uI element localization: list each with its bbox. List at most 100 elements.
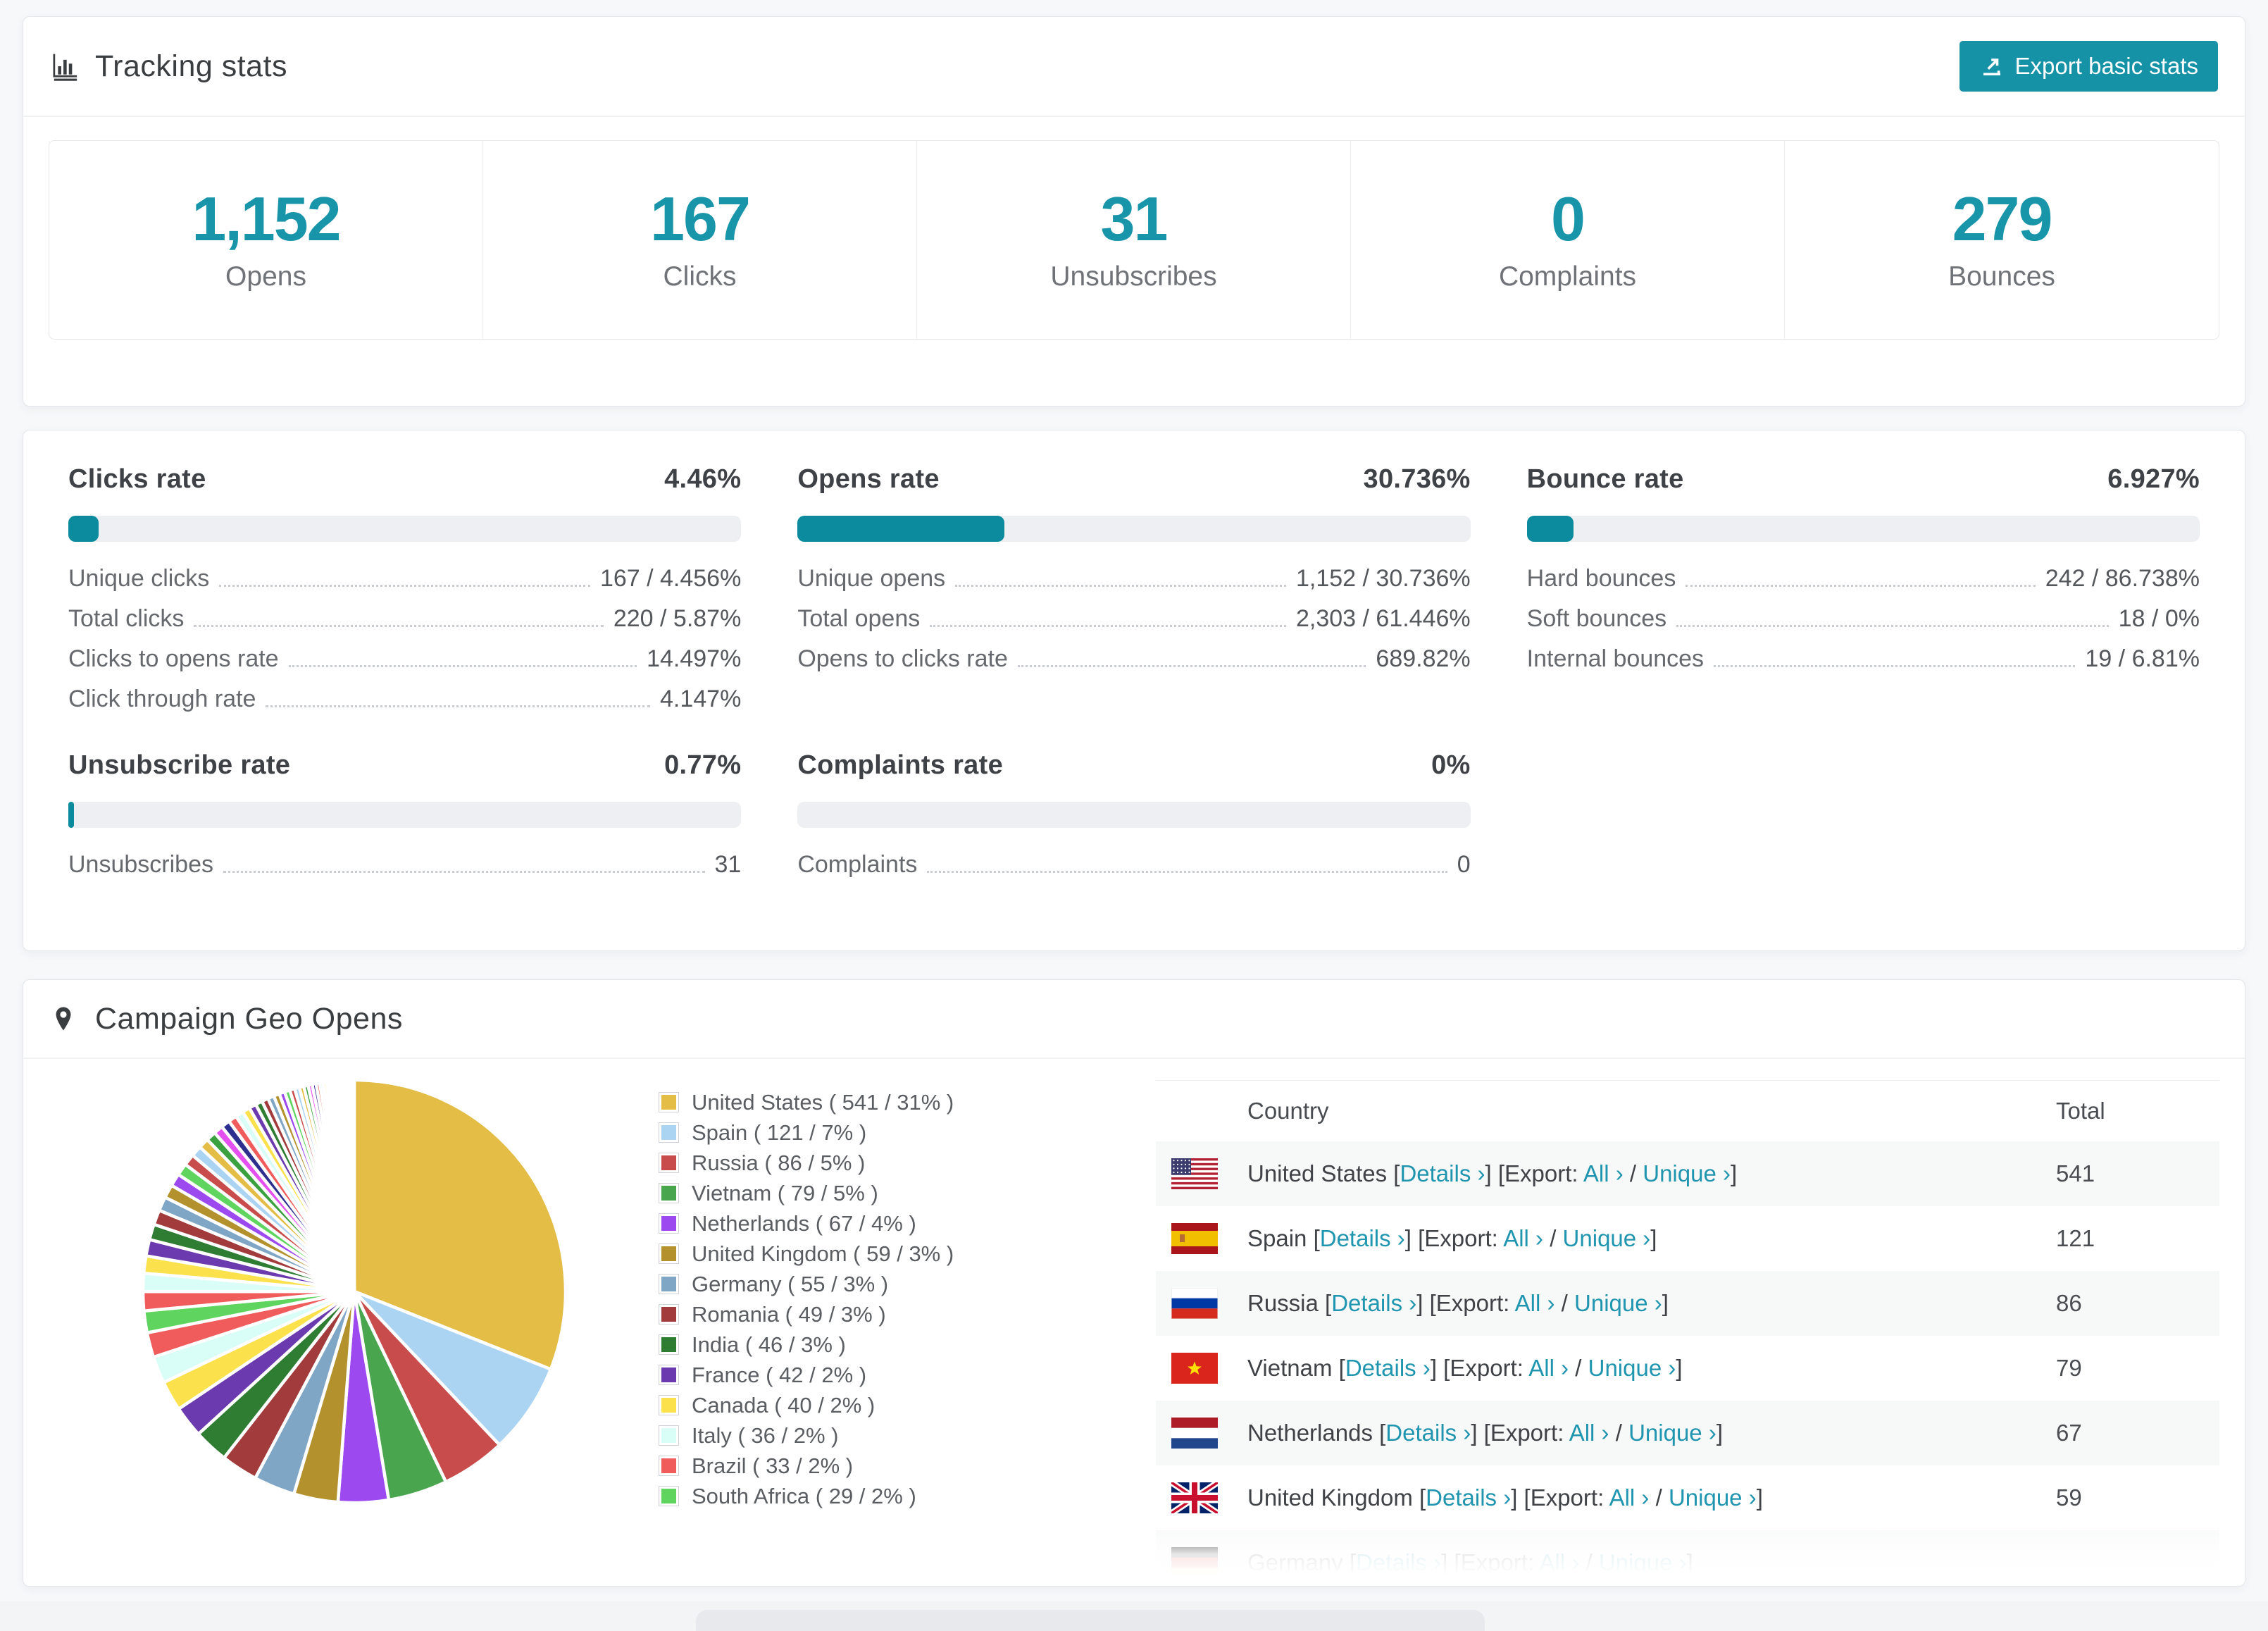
legend-item-united-kingdom[interactable]: United Kingdom ( 59 / 3% ) bbox=[659, 1239, 954, 1269]
legend-swatch bbox=[659, 1425, 679, 1446]
details-link[interactable]: Details › bbox=[1400, 1160, 1485, 1186]
rate-stat-value: 2,303 / 61.446% bbox=[1296, 605, 1471, 632]
export-all-link[interactable]: All › bbox=[1528, 1355, 1569, 1381]
total-cell: 86 bbox=[2056, 1290, 2082, 1316]
legend-item-india[interactable]: India ( 46 / 3% ) bbox=[659, 1329, 954, 1360]
stat-value: 1,152 bbox=[192, 183, 341, 254]
rate-stat-row: Total clicks 220 / 5.87% bbox=[68, 597, 741, 638]
dotted-leader bbox=[1714, 665, 2076, 667]
geo-table-row-united-kingdom: United Kingdom [Details ›] [Export: All … bbox=[1156, 1465, 2219, 1530]
flag-ru bbox=[1171, 1288, 1218, 1319]
legend-item-spain[interactable]: Spain ( 121 / 7% ) bbox=[659, 1117, 954, 1148]
rate-stat-row: Internal bounces 19 / 6.81% bbox=[1527, 638, 2200, 678]
stat-cell-opens: 1,152 Opens bbox=[49, 141, 483, 339]
rate-block-unsubscribe-rate: Unsubscribe rate 0.77% Unsubscribes 31 bbox=[68, 750, 742, 883]
export-all-link[interactable]: All › bbox=[1503, 1225, 1543, 1251]
export-all-link[interactable]: All › bbox=[1609, 1484, 1650, 1511]
export-unique-link[interactable]: Unique › bbox=[1628, 1420, 1716, 1446]
pie-legend: United States ( 541 / 31% ) Spain ( 121 … bbox=[659, 1087, 954, 1511]
rate-stat-value: 0 bbox=[1457, 851, 1471, 878]
page-title: Tracking stats bbox=[95, 49, 288, 83]
rate-stat-row: Clicks to opens rate 14.497% bbox=[68, 638, 741, 678]
rate-block-opens-rate: Opens rate 30.736% Unique opens 1,152 / … bbox=[797, 464, 1471, 718]
rate-stat-row: Click through rate 4.147% bbox=[68, 678, 741, 718]
export-all-link[interactable]: All › bbox=[1515, 1290, 1555, 1316]
geo-header: Campaign Geo Opens bbox=[23, 980, 2245, 1059]
details-link[interactable]: Details › bbox=[1331, 1290, 1416, 1316]
export-unique-link[interactable]: Unique › bbox=[1599, 1549, 1687, 1575]
export-all-link[interactable]: All › bbox=[1569, 1420, 1609, 1446]
legend-item-france[interactable]: France ( 42 / 2% ) bbox=[659, 1360, 954, 1390]
rate-block-complaints-rate: Complaints rate 0% Complaints 0 bbox=[797, 750, 1471, 883]
legend-item-canada[interactable]: Canada ( 40 / 2% ) bbox=[659, 1390, 954, 1420]
country-cell: Vietnam [Details ›] [Export: All › / Uni… bbox=[1247, 1355, 1683, 1381]
legend-item-netherlands[interactable]: Netherlands ( 67 / 4% ) bbox=[659, 1208, 954, 1239]
rate-stat-label: Internal bounces bbox=[1526, 645, 1705, 672]
dotted-leader bbox=[1676, 625, 2109, 627]
flag-gb bbox=[1171, 1482, 1218, 1513]
campaign-geo-opens-card: Campaign Geo Opens United States ( 541 /… bbox=[23, 979, 2245, 1587]
legend-item-russia[interactable]: Russia ( 86 / 5% ) bbox=[659, 1148, 954, 1178]
rate-stat-row: Soft bounces 18 / 0% bbox=[1527, 597, 2200, 638]
geo-table-row-spain: Spain [Details ›] [Export: All › / Uniqu… bbox=[1156, 1206, 2219, 1271]
export-basic-stats-button[interactable]: Export basic stats bbox=[1959, 41, 2218, 92]
legend-item-romania[interactable]: Romania ( 49 / 3% ) bbox=[659, 1299, 954, 1329]
rate-stat-value: 18 / 0% bbox=[2118, 605, 2200, 632]
bar-chart-icon bbox=[50, 51, 81, 82]
legend-item-south-africa[interactable]: South Africa ( 29 / 2% ) bbox=[659, 1481, 954, 1511]
total-cell: 59 bbox=[2056, 1484, 2082, 1511]
geo-opens-pie-chart[interactable] bbox=[122, 1059, 587, 1524]
export-all-link[interactable]: All › bbox=[1539, 1549, 1579, 1575]
legend-label: Spain ( 121 / 7% ) bbox=[692, 1120, 867, 1145]
stat-label: Clicks bbox=[663, 261, 737, 292]
stat-cell-bounces: 279 Bounces bbox=[1785, 141, 2219, 339]
export-unique-link[interactable]: Unique › bbox=[1574, 1290, 1662, 1316]
export-unique-link[interactable]: Unique › bbox=[1643, 1160, 1731, 1186]
rate-stat-label: Complaints bbox=[797, 851, 918, 878]
geo-title: Campaign Geo Opens bbox=[95, 1001, 403, 1036]
legend-item-vietnam[interactable]: Vietnam ( 79 / 5% ) bbox=[659, 1178, 954, 1208]
legend-label: United States ( 541 / 31% ) bbox=[692, 1089, 954, 1115]
legend-swatch bbox=[659, 1334, 679, 1355]
country-cell: United Kingdom [Details ›] [Export: All … bbox=[1247, 1484, 1763, 1511]
export-unique-link[interactable]: Unique › bbox=[1588, 1355, 1676, 1381]
dotted-leader bbox=[955, 585, 1286, 587]
export-all-link[interactable]: All › bbox=[1583, 1160, 1624, 1186]
dotted-leader bbox=[288, 665, 637, 667]
legend-item-germany[interactable]: Germany ( 55 / 3% ) bbox=[659, 1269, 954, 1299]
pie-slice-other-45[interactable] bbox=[350, 1078, 356, 1292]
legend-label: Germany ( 55 / 3% ) bbox=[692, 1271, 889, 1296]
country-cell: Germany [Details ›] [Export: All › / Uni… bbox=[1247, 1549, 1693, 1575]
legend-item-italy[interactable]: Italy ( 36 / 2% ) bbox=[659, 1420, 954, 1451]
total-cell: 541 bbox=[2056, 1160, 2095, 1186]
rate-stat-label: Opens to clicks rate bbox=[797, 645, 1008, 672]
legend-swatch bbox=[659, 1092, 679, 1112]
rate-percent: 30.736% bbox=[1363, 464, 1471, 494]
legend-item-united-states[interactable]: United States ( 541 / 31% ) bbox=[659, 1087, 954, 1117]
flag-es bbox=[1171, 1223, 1218, 1254]
rate-stat-label: Unique clicks bbox=[68, 565, 210, 592]
rate-stat-value: 167 / 4.456% bbox=[599, 565, 742, 592]
rate-title: Unsubscribe rate bbox=[68, 750, 291, 780]
rate-block-bounce-rate: Bounce rate 6.927% Hard bounces 242 / 86… bbox=[1526, 464, 2200, 718]
geo-table-header: Country Total bbox=[1156, 1081, 2219, 1141]
details-link[interactable]: Details › bbox=[1345, 1355, 1431, 1381]
details-link[interactable]: Details › bbox=[1356, 1549, 1441, 1575]
legend-label: Russia ( 86 / 5% ) bbox=[692, 1150, 866, 1175]
details-link[interactable]: Details › bbox=[1426, 1484, 1511, 1511]
rate-stat-row: Unique clicks 167 / 4.456% bbox=[68, 557, 741, 597]
details-link[interactable]: Details › bbox=[1320, 1225, 1405, 1251]
legend-label: Vietnam ( 79 / 5% ) bbox=[692, 1180, 878, 1205]
legend-swatch bbox=[659, 1395, 679, 1415]
export-unique-link[interactable]: Unique › bbox=[1563, 1225, 1651, 1251]
legend-item-brazil[interactable]: Brazil ( 33 / 2% ) bbox=[659, 1451, 954, 1481]
rate-stat-label: Total opens bbox=[797, 605, 921, 632]
flag-nl bbox=[1171, 1418, 1218, 1449]
progress-fill bbox=[797, 516, 1004, 542]
legend-label: France ( 42 / 2% ) bbox=[692, 1362, 867, 1387]
details-link[interactable]: Details › bbox=[1385, 1420, 1471, 1446]
legend-swatch bbox=[659, 1213, 679, 1234]
export-unique-link[interactable]: Unique › bbox=[1669, 1484, 1757, 1511]
rate-stat-value: 220 / 5.87% bbox=[613, 605, 742, 632]
legend-label: United Kingdom ( 59 / 3% ) bbox=[692, 1241, 954, 1266]
